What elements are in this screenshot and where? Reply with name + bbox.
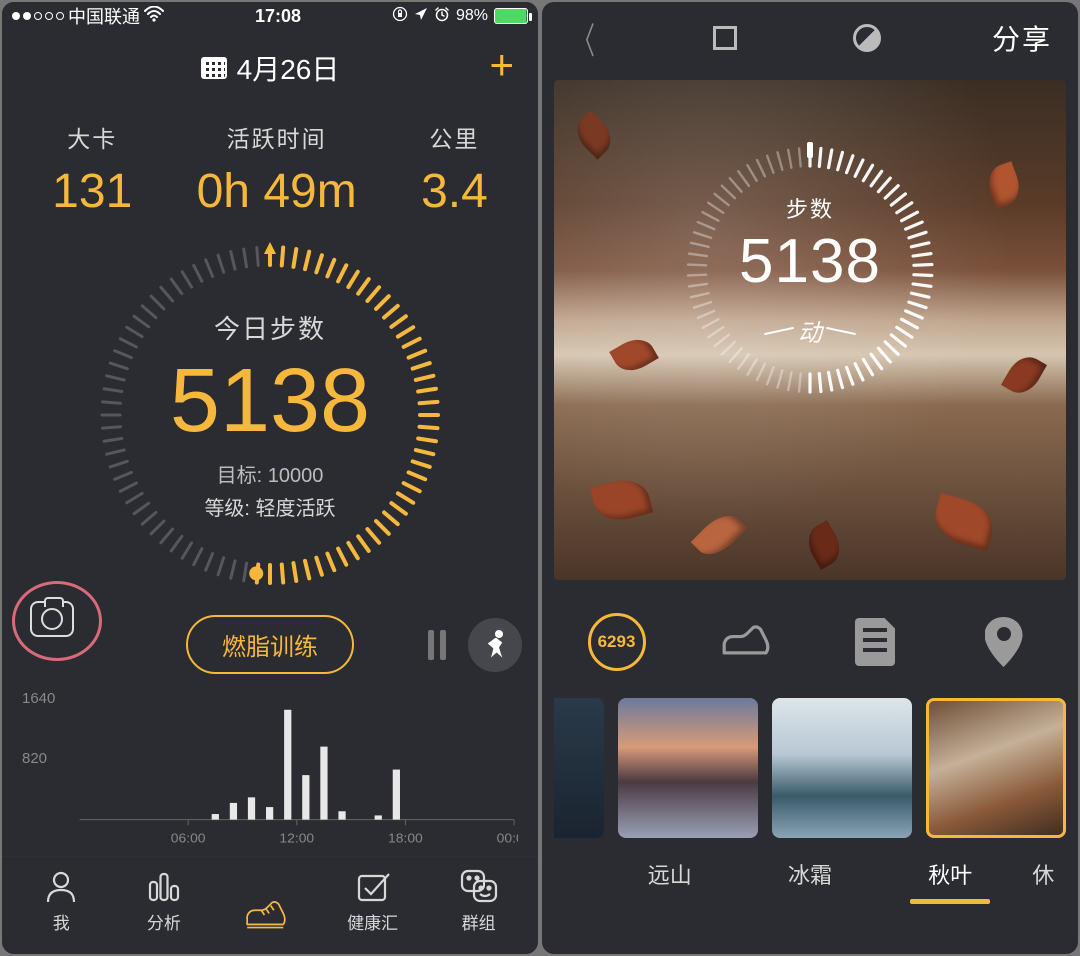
metric-label: 活跃时间 — [197, 120, 357, 154]
battery-icon — [494, 8, 528, 24]
overlay-steps-label: 步数 — [786, 192, 834, 224]
overlay-brand: 动 — [760, 313, 860, 348]
theme-thumb-leaves[interactable] — [926, 698, 1066, 838]
back-button[interactable]: 〈 — [568, 22, 600, 54]
group-icon — [457, 867, 501, 905]
hourly-chart[interactable]: 1640 820 06:00 12:00 18:00 00:00 — [2, 686, 538, 856]
fat-burn-button[interactable]: 燃脂训练 — [186, 615, 354, 674]
pin-icon — [985, 617, 1023, 667]
wifi-icon — [144, 6, 164, 27]
theme-thumb-mountain[interactable] — [618, 698, 758, 838]
tab-bar: 我 分析 健康汇 — [2, 856, 538, 946]
filter-button[interactable] — [851, 22, 883, 54]
shoe-icon — [719, 622, 773, 662]
tab-health[interactable]: 健康汇 — [347, 867, 398, 934]
theme-labels: 远山 冰霜 秋叶 休 — [542, 846, 1078, 906]
metric-label: 大卡 — [52, 120, 132, 154]
share-button[interactable]: 分享 — [992, 18, 1052, 58]
ring-icon: 6293 — [588, 613, 646, 671]
overlay-option-location[interactable] — [972, 610, 1036, 674]
tab-me[interactable]: 我 — [39, 867, 83, 934]
theme-label: 远山 — [600, 858, 740, 890]
right-phone: 〈 分享 步数 5138 动 — [542, 2, 1078, 954]
tab-group[interactable]: 群组 — [457, 867, 501, 934]
steps-label: 今日步数 — [214, 309, 326, 346]
metrics-row: 大卡 131 活跃时间 0h 49m 公里 3.4 — [2, 98, 538, 225]
overlay-options: 6293 — [542, 590, 1078, 698]
check-box-icon — [351, 867, 395, 905]
run-button[interactable] — [468, 618, 522, 672]
status-bar: 中国联通 17:08 98% — [2, 2, 538, 30]
tab-steps[interactable] — [244, 896, 288, 934]
tab-label: 我 — [53, 909, 70, 934]
svg-text:18:00: 18:00 — [388, 831, 423, 846]
tab-label: 群组 — [462, 909, 496, 934]
metric-active-time[interactable]: 活跃时间 0h 49m — [197, 120, 357, 219]
bars-icon — [142, 867, 186, 905]
lock-rotation-icon — [392, 6, 408, 27]
carrier-label: 中国联通 — [68, 3, 140, 29]
steps-goal: 目标: 10000 — [217, 459, 324, 488]
steps-level: 等级: 轻度活跃 — [204, 492, 335, 521]
tab-analysis[interactable]: 分析 — [142, 867, 186, 934]
theme-thumb-frost[interactable] — [772, 698, 912, 838]
theme-label: 冰霜 — [740, 858, 880, 890]
overlay-option-ring[interactable]: 6293 — [585, 610, 649, 674]
battery-percent: 98% — [456, 7, 488, 25]
shoe-icon — [244, 896, 288, 934]
svg-text:12:00: 12:00 — [279, 831, 314, 846]
overlay-option-note[interactable] — [843, 610, 907, 674]
svg-text:00:00: 00:00 — [497, 831, 518, 846]
chart-ytick: 820 — [22, 750, 47, 767]
svg-text:06:00: 06:00 — [171, 831, 206, 846]
square-icon — [713, 26, 737, 50]
metric-label: 公里 — [421, 120, 488, 154]
metric-value: 3.4 — [421, 164, 488, 219]
contrast-icon — [853, 24, 881, 52]
calendar-icon — [201, 57, 227, 79]
metric-value: 131 — [52, 164, 132, 219]
person-icon — [39, 867, 83, 905]
status-time: 17:08 — [164, 6, 392, 27]
theme-thumbnails[interactable] — [542, 698, 1078, 846]
alarm-icon — [434, 6, 450, 27]
chart-ytick: 1640 — [22, 690, 55, 707]
metric-calories[interactable]: 大卡 131 — [52, 120, 132, 219]
steps-dial[interactable]: 今日步数 5138 目标: 10000 等级: 轻度活跃 — [95, 240, 445, 590]
metric-value: 0h 49m — [197, 164, 357, 219]
steps-value: 5138 — [170, 350, 370, 453]
left-phone: 中国联通 17:08 98% 4 — [2, 2, 538, 954]
overlay-dial: 步数 5138 动 — [680, 140, 940, 400]
location-icon — [414, 7, 428, 26]
document-icon — [855, 618, 895, 666]
overlay-steps-value: 5138 — [739, 226, 881, 297]
share-header: 〈 分享 — [542, 2, 1078, 70]
camera-button[interactable] — [30, 601, 74, 637]
pause-button[interactable] — [428, 630, 446, 660]
theme-label: 休 — [1020, 858, 1066, 890]
theme-thumb-prev[interactable] — [554, 698, 604, 838]
tab-label: 分析 — [147, 909, 181, 934]
add-button[interactable]: + — [489, 44, 514, 86]
crop-button[interactable] — [709, 22, 741, 54]
date-header[interactable]: 4月26日 + — [2, 30, 538, 98]
runner-icon — [483, 630, 507, 660]
signal-dots-icon — [12, 12, 64, 20]
overlay-option-shoe[interactable] — [714, 610, 778, 674]
theme-label: 秋叶 — [880, 858, 1020, 890]
date-text: 4月26日 — [237, 48, 340, 88]
photo-preview[interactable]: 步数 5138 动 — [554, 80, 1066, 580]
tab-label: 健康汇 — [347, 909, 398, 934]
metric-distance[interactable]: 公里 3.4 — [421, 120, 488, 219]
